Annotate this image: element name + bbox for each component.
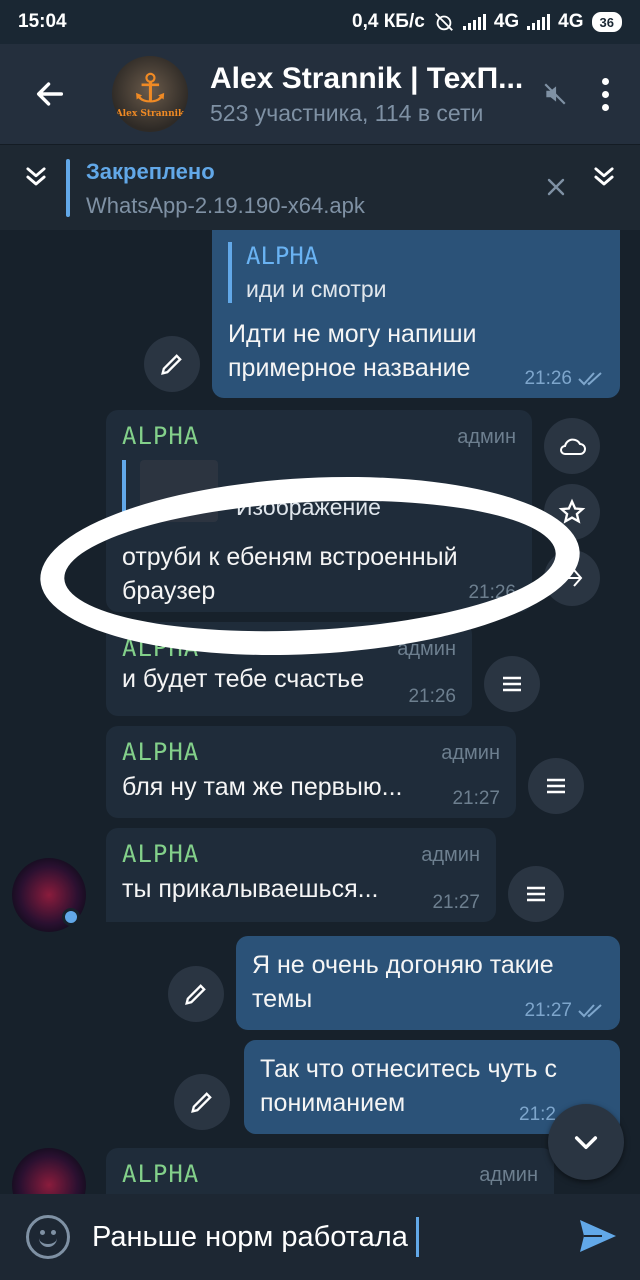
- scroll-to-bottom-button[interactable]: [548, 1104, 624, 1180]
- share-icon: [566, 569, 583, 587]
- quote-author: ALPHA: [246, 242, 319, 270]
- cloud-button[interactable]: [544, 418, 600, 474]
- edit-button[interactable]: [168, 966, 224, 1022]
- edit-button[interactable]: [144, 336, 200, 392]
- signal-icon: [462, 14, 486, 30]
- quote-thumbnail: [140, 460, 218, 522]
- pinned-title: Закреплено: [86, 159, 215, 184]
- text-caret: [415, 1217, 419, 1257]
- menu-icon: [527, 886, 545, 902]
- online-indicator: [62, 908, 80, 926]
- net-speed: 0,4 КБ/с: [352, 11, 425, 32]
- quote-text: иди и смотри: [246, 276, 387, 302]
- admin-badge: админ: [479, 1164, 538, 1186]
- message-bubble-incoming[interactable]: ALPHA админ: [106, 1148, 554, 1194]
- admin-badge: админ: [441, 742, 500, 764]
- status-bar: 15:04 0,4 КБ/с 4G 4G 36: [0, 0, 640, 44]
- message-time: 21:27: [524, 1000, 604, 1022]
- pencil-icon: [161, 354, 182, 375]
- time-label: 21:27: [524, 1000, 572, 1021]
- message-time: 21:2: [519, 1104, 556, 1125]
- chat-header: ⚓ Alex Strannik Alex Strannik | ТехП... …: [0, 44, 640, 144]
- favorite-button[interactable]: [544, 484, 600, 540]
- message-input-value: Раньше норм работала: [92, 1220, 408, 1253]
- send-icon: [580, 1220, 616, 1252]
- battery-icon: 36: [591, 12, 622, 32]
- menu-button[interactable]: [528, 758, 584, 814]
- chat-subtitle: 523 участника, 114 в сети: [210, 99, 484, 126]
- muted-icon: [544, 83, 566, 105]
- chevron-down-icon: [574, 1136, 598, 1150]
- admin-badge: админ: [421, 844, 480, 866]
- group-avatar[interactable]: ⚓ Alex Strannik: [112, 56, 188, 132]
- message-bubble-outgoing[interactable]: Я не очень догоняю такие темы 21:27: [236, 936, 620, 1030]
- chevrons-down-icon[interactable]: [16, 157, 56, 197]
- chat-info[interactable]: Alex Strannik | ТехП... 523 участника, 1…: [210, 62, 540, 127]
- double-check-icon: [578, 1004, 602, 1018]
- user-avatar[interactable]: [12, 1148, 86, 1194]
- sender-name: ALPHA: [122, 1160, 200, 1188]
- message-time: 21:26: [468, 582, 516, 603]
- reply-quote[interactable]: Изображение: [122, 460, 516, 522]
- reply-quote[interactable]: ALPHA иди и смотри: [228, 242, 604, 303]
- avatar-logo-text: Alex Strannik: [115, 109, 185, 119]
- edit-button[interactable]: [174, 1074, 230, 1130]
- message-text: отруби к ебеням встроенный браузер: [122, 543, 458, 605]
- status-icons: 0,4 КБ/с 4G 4G 36: [352, 11, 622, 33]
- chat-title: Alex Strannik | ТехП...: [210, 61, 524, 95]
- chevrons-down-icon[interactable]: [584, 157, 624, 197]
- message-bubble-incoming[interactable]: ALPHA админ ты прикалываешься... 21:27: [106, 828, 496, 922]
- message-time: 21:27: [432, 892, 480, 913]
- alarm-off-icon: [434, 13, 453, 31]
- message-list[interactable]: ALPHA иди и смотри Идти не могу напиши п…: [0, 230, 640, 1194]
- pinned-text: WhatsApp-2.19.190-x64.apk: [86, 193, 365, 218]
- pinned-accent-bar: [66, 159, 70, 217]
- anchor-icon: ⚓: [132, 67, 168, 111]
- time-label: 21:26: [524, 368, 572, 389]
- cloud-icon: [560, 438, 586, 455]
- message-time: 21:26: [524, 368, 604, 390]
- signal-icon: [527, 14, 551, 30]
- clock: 15:04: [18, 11, 67, 32]
- message-time: 21:26: [408, 686, 456, 707]
- message-text: и будет тебе счастье: [122, 665, 365, 693]
- menu-button[interactable]: [484, 656, 540, 712]
- message-bubble-incoming[interactable]: ALPHA админ бля ну там же первыю... 21:2…: [106, 726, 516, 818]
- composer: Раньше норм работала: [0, 1194, 640, 1280]
- arrow-left-icon: [36, 82, 64, 106]
- quote-text: Изображение: [236, 494, 381, 520]
- menu-button[interactable]: [508, 866, 564, 922]
- double-check-icon: [578, 372, 602, 386]
- message-text: бля ну там же первыю...: [122, 773, 403, 801]
- message-bubble-incoming[interactable]: ALPHA админ Изображение отруби к ебеням …: [106, 410, 532, 612]
- message-bubble-outgoing[interactable]: ALPHA иди и смотри Идти не могу напиши п…: [212, 230, 620, 398]
- share-button[interactable]: [544, 550, 600, 606]
- close-icon: [547, 178, 565, 196]
- pinned-message-bar[interactable]: Закреплено WhatsApp-2.19.190-x64.apk: [0, 144, 640, 230]
- pencil-icon: [191, 1092, 212, 1113]
- message-text: Идти не могу напиши примерное название: [228, 320, 477, 382]
- admin-badge: админ: [457, 426, 516, 448]
- more-menu-button[interactable]: [570, 44, 640, 144]
- send-button[interactable]: [578, 1218, 618, 1259]
- menu-icon: [547, 778, 565, 794]
- emoji-button[interactable]: [26, 1215, 70, 1259]
- network-type-1: 4G: [493, 11, 520, 32]
- message-time: 21:27: [452, 788, 500, 809]
- message-text: ты прикалываешься...: [122, 875, 379, 903]
- star-icon: [558, 498, 586, 524]
- back-button[interactable]: [0, 44, 100, 144]
- message-text: Так что отнеситесь чуть с пониманием: [260, 1055, 557, 1117]
- admin-badge: админ: [397, 638, 456, 660]
- message-input[interactable]: Раньше норм работала: [92, 1217, 419, 1257]
- close-pinned-button[interactable]: [536, 167, 576, 207]
- message-bubble-incoming[interactable]: ALPHA админ и будет тебе счастье 21:26: [106, 622, 472, 716]
- pencil-icon: [185, 984, 206, 1005]
- network-type-2: 4G: [558, 11, 584, 32]
- menu-icon: [503, 676, 521, 692]
